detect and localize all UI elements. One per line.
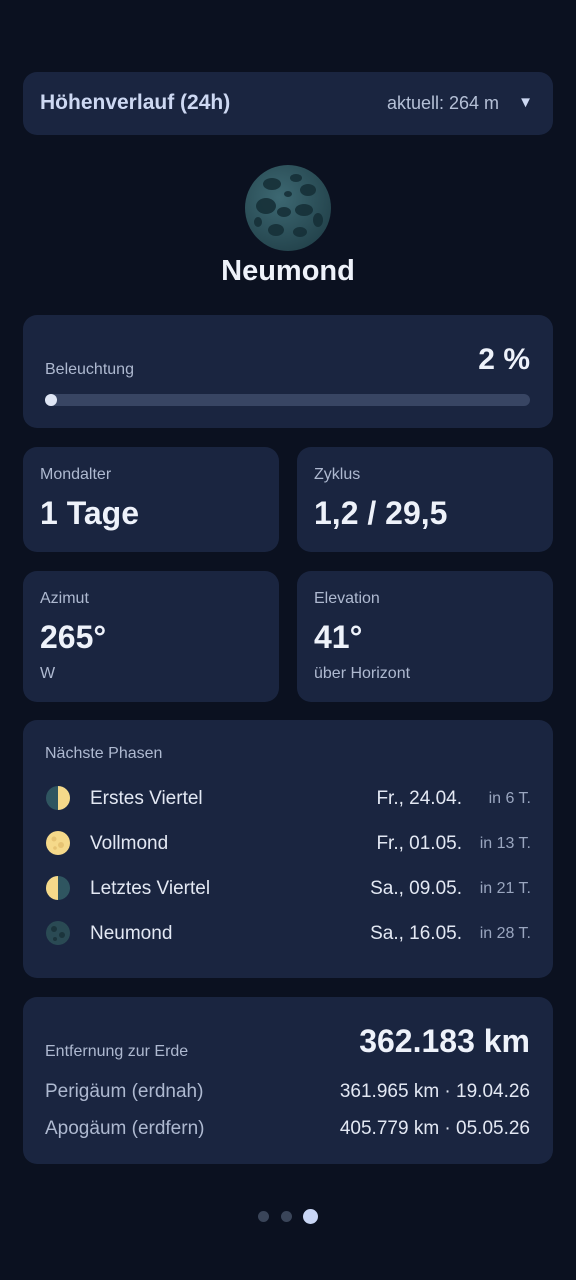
chevron-down-icon[interactable]: ▼ — [518, 94, 533, 111]
phase-row: Erstes Viertel Fr., 24.04. in 6 T. — [45, 784, 531, 814]
moon-screen: Höhenverlauf (24h) aktuell: 264 m ▼ Neum… — [0, 0, 576, 1280]
cycle-label: Zyklus — [314, 466, 361, 483]
dropdown-title: Höhenverlauf (24h) — [40, 91, 231, 114]
azimuth-card: Azimut 265° W — [23, 571, 279, 702]
phase-row-date: Fr., 24.04. — [376, 788, 462, 809]
last-quarter-icon — [46, 876, 70, 900]
phase-row-date: Sa., 16.05. — [370, 923, 462, 944]
pager-dot-3-active[interactable] — [303, 1209, 318, 1224]
pager-dot-2[interactable] — [281, 1211, 292, 1222]
first-quarter-icon — [46, 786, 70, 810]
apogee-label: Apogäum (erdfern) — [45, 1118, 205, 1139]
distance-card: Entfernung zur Erde 362.183 km Perigäum … — [23, 997, 553, 1164]
moon-age-value: 1 Tage — [40, 495, 139, 531]
azimuth-direction: W — [40, 665, 56, 682]
phase-row-date: Fr., 01.05. — [376, 833, 462, 854]
elevation-history-dropdown[interactable]: Höhenverlauf (24h) aktuell: 264 m ▼ — [23, 72, 553, 135]
illumination-value: 2 % — [478, 343, 530, 376]
elevation-sub: über Horizont — [314, 665, 411, 682]
azimuth-value: 265° — [40, 619, 107, 655]
phase-row: Letztes Viertel Sa., 09.05. in 21 T. — [45, 874, 531, 904]
phase-row-name: Erstes Viertel — [90, 788, 203, 809]
phase-row: Neumond Sa., 16.05. in 28 T. — [45, 919, 531, 949]
distance-label: Entfernung zur Erde — [45, 1043, 189, 1060]
elevation-label: Elevation — [314, 590, 380, 607]
azimuth-label: Azimut — [40, 590, 89, 607]
distance-value: 362.183 km — [359, 1023, 530, 1059]
phase-row-relative: in 21 T. — [479, 880, 531, 897]
phase-row-relative: in 28 T. — [479, 925, 531, 942]
perigee-value: 361.965 km · 19.04.26 — [339, 1081, 530, 1102]
elevation-value: 41° — [314, 619, 363, 655]
phase-row-name: Letztes Viertel — [90, 878, 211, 899]
cycle-value: 1,2 / 29,5 — [314, 495, 448, 531]
phase-row-relative: in 13 T. — [479, 835, 531, 852]
moon-age-card: Mondalter 1 Tage — [23, 447, 279, 552]
current-altitude: aktuell: 264 m — [386, 93, 499, 113]
illumination-progress-fill — [45, 394, 57, 406]
illumination-progress-bar — [45, 394, 530, 406]
next-phases-label: Nächste Phasen — [45, 745, 163, 762]
elevation-card: Elevation 41° über Horizont — [297, 571, 553, 702]
new-moon-icon — [46, 921, 70, 945]
illumination-card: Beleuchtung 2 % — [23, 315, 553, 428]
next-phases-card: Nächste Phasen Erstes Viertel Fr., 24.04… — [23, 720, 553, 978]
phase-row-name: Vollmond — [90, 833, 169, 854]
full-moon-icon — [46, 831, 70, 855]
moon-age-label: Mondalter — [40, 466, 112, 483]
phase-row-name: Neumond — [90, 923, 173, 944]
pager-dot-1[interactable] — [258, 1211, 269, 1222]
new-moon-icon — [245, 165, 331, 251]
cycle-card: Zyklus 1,2 / 29,5 — [297, 447, 553, 552]
apogee-value: 405.779 km · 05.05.26 — [339, 1118, 530, 1139]
phase-name: Neumond — [221, 255, 355, 287]
perigee-label: Perigäum (erdnah) — [45, 1081, 204, 1102]
illumination-label: Beleuchtung — [45, 361, 134, 378]
phase-row-relative: in 6 T. — [488, 790, 531, 807]
phase-row: Vollmond Fr., 01.05. in 13 T. — [45, 829, 531, 859]
phase-row-date: Sa., 09.05. — [370, 878, 462, 899]
